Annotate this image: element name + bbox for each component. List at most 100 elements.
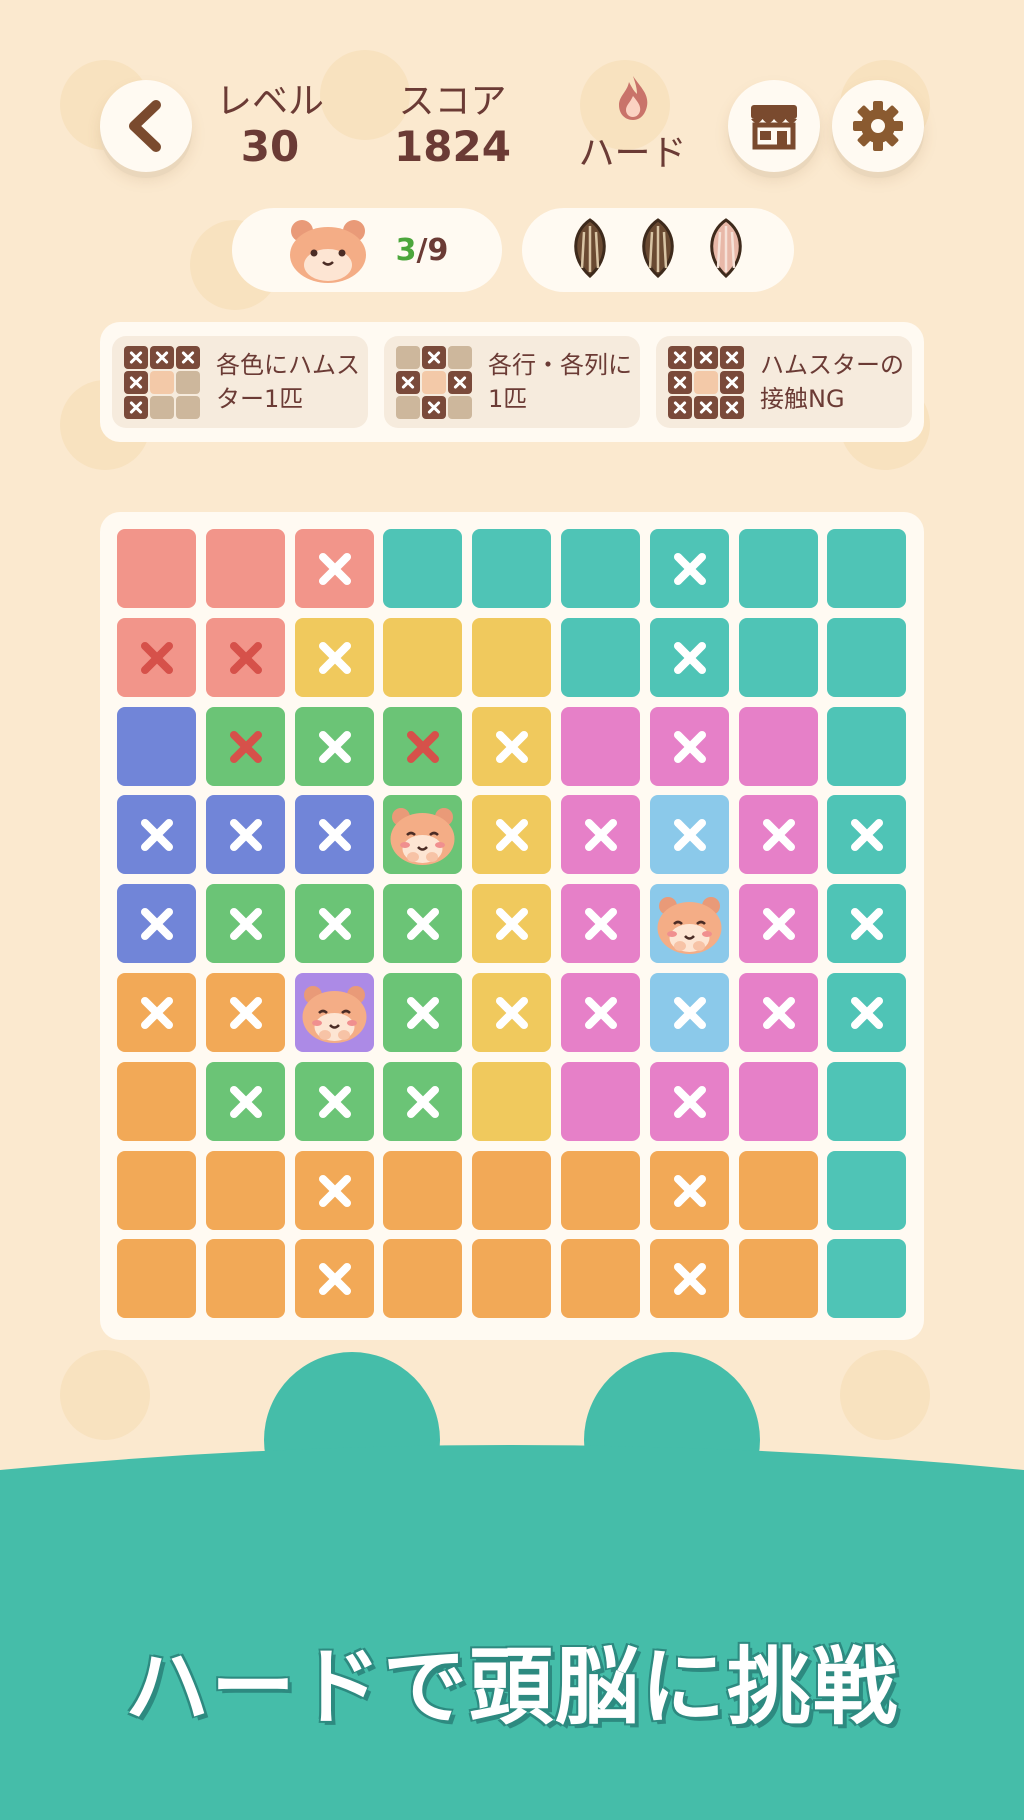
seed-life-used-icon bbox=[704, 218, 748, 282]
mini-cross-cell bbox=[124, 346, 148, 369]
board-cell[interactable] bbox=[561, 706, 640, 786]
board-cell[interactable] bbox=[827, 973, 907, 1052]
board-cell[interactable] bbox=[738, 1150, 818, 1230]
board-cell[interactable] bbox=[561, 795, 640, 875]
board-cell[interactable] bbox=[649, 884, 729, 964]
board-cell[interactable] bbox=[205, 617, 285, 697]
board-cell[interactable] bbox=[117, 1150, 196, 1230]
board-cell[interactable] bbox=[294, 795, 374, 875]
board-cell[interactable] bbox=[294, 617, 374, 697]
board-cell[interactable] bbox=[117, 1061, 196, 1141]
board-cell[interactable] bbox=[827, 1061, 907, 1141]
board-cell[interactable] bbox=[649, 706, 729, 786]
board-cell[interactable] bbox=[294, 706, 374, 786]
board-cell[interactable] bbox=[649, 1061, 729, 1141]
board-cell[interactable] bbox=[738, 884, 818, 964]
board-cell[interactable] bbox=[383, 1061, 463, 1141]
score-value: 1824 bbox=[394, 122, 511, 171]
board-cell[interactable] bbox=[738, 795, 818, 875]
board-cell[interactable] bbox=[205, 973, 285, 1052]
rule-text: 各色にハムスター1匹 bbox=[216, 351, 360, 413]
board-cell[interactable] bbox=[738, 1239, 818, 1319]
board-cell[interactable] bbox=[827, 884, 907, 964]
board-cell[interactable] bbox=[561, 617, 640, 697]
board-cell[interactable] bbox=[294, 1061, 374, 1141]
board-cell[interactable] bbox=[205, 884, 285, 964]
puzzle-board bbox=[100, 512, 924, 1340]
board-cell[interactable] bbox=[383, 884, 463, 964]
board-cell[interactable] bbox=[561, 973, 640, 1052]
board-cell[interactable] bbox=[827, 706, 907, 786]
total-count: /9 bbox=[416, 232, 449, 268]
board-cell[interactable] bbox=[117, 973, 196, 1052]
board-cell[interactable] bbox=[649, 1150, 729, 1230]
mini-cross-cell bbox=[124, 396, 148, 419]
board-cell[interactable] bbox=[472, 884, 552, 964]
mini-cross-cell bbox=[422, 396, 446, 419]
board-cell[interactable] bbox=[472, 1239, 552, 1319]
board-cell[interactable] bbox=[738, 706, 818, 786]
level-stat: レベル 30 bbox=[205, 82, 335, 172]
board-cell[interactable] bbox=[561, 1239, 640, 1319]
board-cell[interactable] bbox=[561, 529, 640, 608]
board-cell[interactable] bbox=[738, 1061, 818, 1141]
board-cell[interactable] bbox=[383, 529, 463, 608]
board-cell[interactable] bbox=[383, 973, 463, 1052]
board-cell[interactable] bbox=[827, 795, 907, 875]
board-cell[interactable] bbox=[383, 1150, 463, 1230]
board-cell[interactable] bbox=[649, 973, 729, 1052]
board-cell[interactable] bbox=[294, 1150, 374, 1230]
board-cell[interactable] bbox=[294, 529, 374, 608]
board-cell[interactable] bbox=[649, 795, 729, 875]
mini-empty-cell bbox=[396, 346, 420, 369]
hamster-progress-pill: 3 /9 bbox=[232, 208, 502, 292]
board-cell[interactable] bbox=[827, 1239, 907, 1319]
board-cell[interactable] bbox=[294, 973, 374, 1052]
board-cell[interactable] bbox=[117, 617, 196, 697]
board-cell[interactable] bbox=[561, 1061, 640, 1141]
back-button[interactable] bbox=[100, 80, 192, 172]
mini-cross-cell bbox=[124, 371, 148, 394]
mini-cross-cell bbox=[668, 371, 692, 394]
mini-cross-cell bbox=[720, 346, 744, 369]
board-cell[interactable] bbox=[472, 706, 552, 786]
board-cell[interactable] bbox=[117, 529, 196, 608]
board-cell[interactable] bbox=[205, 706, 285, 786]
board-cell[interactable] bbox=[738, 973, 818, 1052]
shop-button[interactable] bbox=[728, 80, 820, 172]
board-cell[interactable] bbox=[827, 1150, 907, 1230]
board-cell[interactable] bbox=[117, 884, 196, 964]
board-cell[interactable] bbox=[827, 529, 907, 608]
board-cell[interactable] bbox=[738, 617, 818, 697]
board-cell[interactable] bbox=[561, 884, 640, 964]
board-cell[interactable] bbox=[472, 617, 552, 697]
board-cell[interactable] bbox=[649, 617, 729, 697]
board-cell[interactable] bbox=[561, 1150, 640, 1230]
board-cell[interactable] bbox=[117, 706, 196, 786]
board-cell[interactable] bbox=[117, 1239, 196, 1319]
board-cell[interactable] bbox=[205, 1150, 285, 1230]
board-cell[interactable] bbox=[649, 529, 729, 608]
board-cell[interactable] bbox=[472, 529, 552, 608]
board-cell[interactable] bbox=[205, 529, 285, 608]
board-cell[interactable] bbox=[383, 795, 463, 875]
board-cell[interactable] bbox=[472, 973, 552, 1052]
seed-life-icon bbox=[568, 218, 612, 282]
board-cell[interactable] bbox=[383, 617, 463, 697]
board-cell[interactable] bbox=[383, 1239, 463, 1319]
board-cell[interactable] bbox=[205, 1061, 285, 1141]
board-cell[interactable] bbox=[738, 529, 818, 608]
board-cell[interactable] bbox=[472, 1150, 552, 1230]
board-cell[interactable] bbox=[827, 617, 907, 697]
board-cell[interactable] bbox=[294, 884, 374, 964]
board-cell[interactable] bbox=[117, 795, 196, 875]
settings-button[interactable] bbox=[832, 80, 924, 172]
board-cell[interactable] bbox=[205, 795, 285, 875]
board-cell[interactable] bbox=[205, 1239, 285, 1319]
board-cell[interactable] bbox=[472, 795, 552, 875]
board-cell[interactable] bbox=[649, 1239, 729, 1319]
hamster-icon bbox=[295, 986, 374, 1056]
board-cell[interactable] bbox=[294, 1239, 374, 1319]
board-cell[interactable] bbox=[383, 706, 463, 786]
board-cell[interactable] bbox=[472, 1061, 552, 1141]
